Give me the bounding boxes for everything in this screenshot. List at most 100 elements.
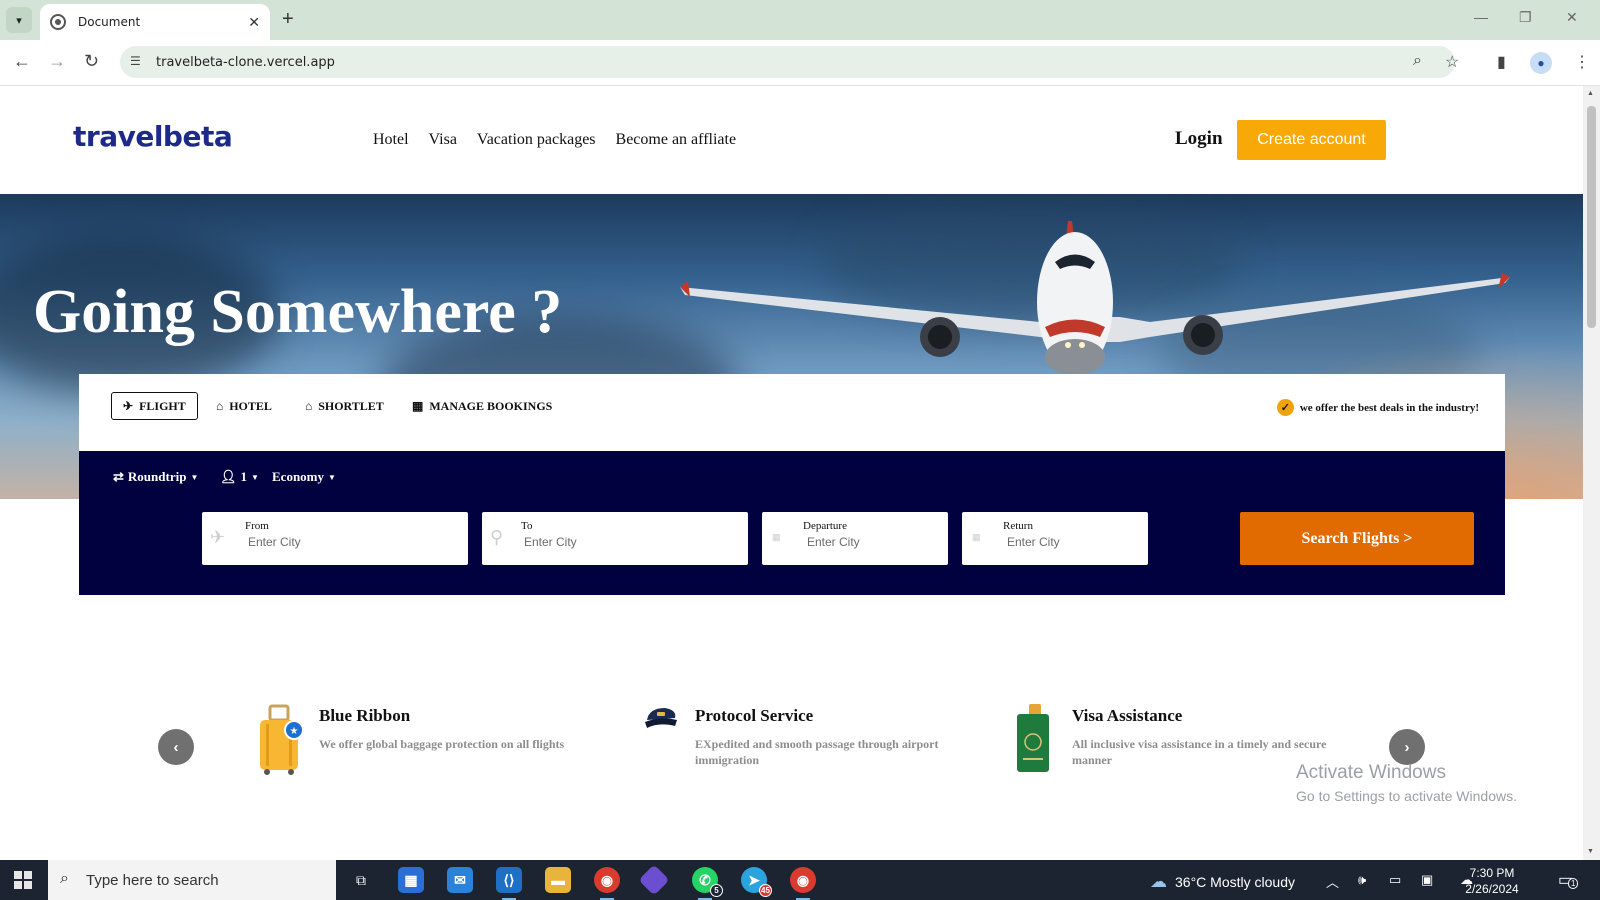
tab-manage-bookings-label: MANAGE BOOKINGS xyxy=(429,398,553,413)
site-logo[interactable]: travelbeta xyxy=(73,120,233,153)
page-scrollbar[interactable]: ▲ ▼ xyxy=(1583,86,1600,860)
telegram-icon[interactable]: ➤ 45 xyxy=(741,867,772,897)
profile-avatar[interactable]: ● xyxy=(1530,52,1552,74)
nav-vacation-packages[interactable]: Vacation packages xyxy=(477,131,596,149)
from-label: From xyxy=(245,520,269,532)
vscode-icon[interactable]: ⟨⟩ xyxy=(496,867,522,900)
system-clock[interactable]: 7:30 PM 2/26/2024 xyxy=(1454,865,1530,897)
tab-flight[interactable]: ✈ FLIGHT xyxy=(111,392,198,420)
airplane-icon: ✈ xyxy=(210,527,226,547)
caret-down-icon: ▼ xyxy=(190,472,199,482)
departure-input[interactable]: Enter City xyxy=(807,535,860,549)
windows-start-icon[interactable] xyxy=(14,871,32,889)
bookmark-star-icon[interactable]: ☆ xyxy=(1445,52,1459,72)
scrollbar-thumb[interactable] xyxy=(1587,106,1596,328)
browser-tab[interactable]: Document ✕ xyxy=(40,4,270,40)
trip-type-dropdown[interactable]: ⇄ Roundtrip ▼ xyxy=(113,469,198,485)
cabin-class-dropdown[interactable]: Economy ▼ xyxy=(272,469,336,485)
battery-icon[interactable]: ▭ xyxy=(1389,872,1401,888)
weather-text: 36°C Mostly cloudy xyxy=(1175,874,1295,890)
whatsapp-icon[interactable]: ✆ 5 xyxy=(692,867,723,900)
airplane-icon: ✈ xyxy=(123,398,134,413)
notifications-icon[interactable]: ▭ 1 xyxy=(1558,870,1579,890)
swap-plane-icon: ⇄ xyxy=(113,469,124,484)
nav-become-affiliate[interactable]: Become an affliate xyxy=(616,131,737,149)
chrome-icon[interactable]: ◉ xyxy=(594,867,620,900)
url-text: travelbeta-clone.vercel.app xyxy=(156,54,335,70)
return-input[interactable]: Enter City xyxy=(1007,535,1060,549)
carousel-next-button[interactable]: › xyxy=(1389,729,1425,765)
site-header: travelbeta Hotel Visa Vacation packages … xyxy=(0,86,1583,194)
search-flights-button[interactable]: Search Flights > xyxy=(1240,512,1474,565)
tab-flight-label: FLIGHT xyxy=(139,398,186,413)
scroll-up-icon[interactable]: ▲ xyxy=(1587,90,1594,97)
web-page: travelbeta Hotel Visa Vacation packages … xyxy=(0,86,1583,860)
task-view-icon[interactable]: ⧉ xyxy=(348,867,374,893)
nav-visa[interactable]: Visa xyxy=(429,131,457,149)
site-info-icon[interactable]: ☰ xyxy=(130,54,141,68)
tab-hotel-label: HOTEL xyxy=(229,398,272,413)
tab-shortlet[interactable]: ⌂ SHORTLET xyxy=(294,392,395,420)
watermark-subtitle: Go to Settings to activate Windows. xyxy=(1296,788,1517,804)
pilot-cap-icon xyxy=(645,708,677,728)
map-pin-icon: ⚲ xyxy=(490,527,504,547)
feature-text: We offer global baggage protection on al… xyxy=(319,737,565,751)
forward-icon[interactable]: → xyxy=(48,51,66,72)
passport-icon xyxy=(1017,704,1049,772)
meet-now-icon[interactable]: ▣ xyxy=(1421,872,1433,888)
restore-icon[interactable]: ❐ xyxy=(1519,9,1532,26)
close-window-icon[interactable]: ✕ xyxy=(1566,9,1578,26)
return-label: Return xyxy=(1003,520,1033,532)
new-tab-icon[interactable]: + xyxy=(282,8,294,31)
store-icon[interactable]: ▦ xyxy=(398,867,424,893)
departure-field[interactable]: ▦ Departure Enter City xyxy=(762,512,948,565)
booking-tabs-card: ✈ FLIGHT ⌂ HOTEL ⌂ SHORTLET ▦ MANAGE BOO… xyxy=(79,374,1505,451)
taskbar-search-box[interactable]: ⌕ Type here to search xyxy=(48,860,336,900)
from-input[interactable]: Enter City xyxy=(248,535,301,549)
hero-title: Going Somewhere ? xyxy=(33,278,563,346)
return-field[interactable]: ▦ Return Enter City xyxy=(962,512,1148,565)
luggage-icon: ★ xyxy=(260,704,304,775)
main-nav: Hotel Visa Vacation packages Become an a… xyxy=(373,131,736,149)
chrome-profile-icon[interactable]: ◉ xyxy=(790,867,816,900)
minimize-icon[interactable]: — xyxy=(1474,9,1488,25)
feature-title: Visa Assistance xyxy=(1072,706,1183,725)
home-icon: ⌂ xyxy=(216,398,224,413)
menu-kebab-icon[interactable]: ⋮ xyxy=(1574,52,1590,72)
feature-text: All inclusive visa assistance in a timel… xyxy=(1072,737,1327,767)
back-icon[interactable]: ← xyxy=(13,51,31,72)
git-icon[interactable] xyxy=(638,864,670,896)
caret-down-icon: ▼ xyxy=(251,472,259,482)
create-account-button[interactable]: Create account xyxy=(1237,120,1386,160)
taskbar-search-placeholder: Type here to search xyxy=(86,871,219,889)
speaker-icon[interactable]: 🕪︎ xyxy=(1358,872,1366,888)
to-field[interactable]: ⚲ To Enter City xyxy=(482,512,748,565)
file-explorer-icon[interactable]: ▬ xyxy=(545,867,571,893)
login-link[interactable]: Login xyxy=(1175,128,1223,150)
cabin-class-value: Economy xyxy=(272,469,324,484)
browser-tab-strip: ▾ Document ✕ + — ❐ ✕ xyxy=(0,0,1600,40)
tab-hotel[interactable]: ⌂ HOTEL xyxy=(205,392,283,420)
passengers-dropdown[interactable]: 👤︎ 1 ▼ xyxy=(220,469,259,485)
tab-manage-bookings[interactable]: ▦ MANAGE BOOKINGS xyxy=(401,392,563,420)
tab-search-button[interactable]: ▾ xyxy=(6,7,32,33)
passengers-value: 1 xyxy=(240,469,248,484)
cloudy-weather-icon: ☁ xyxy=(1150,872,1167,891)
home-icon: ⌂ xyxy=(305,398,313,413)
activate-windows-watermark: Activate Windows Go to Settings to activ… xyxy=(1296,762,1517,804)
to-input[interactable]: Enter City xyxy=(524,535,577,549)
carousel-prev-button[interactable]: ‹ xyxy=(158,729,194,765)
nav-hotel[interactable]: Hotel xyxy=(373,131,409,149)
zoom-icon[interactable]: ⌕ xyxy=(1413,52,1422,70)
close-tab-icon[interactable]: ✕ xyxy=(248,14,260,31)
side-panel-icon[interactable]: ▮ xyxy=(1497,52,1506,72)
scroll-down-icon[interactable]: ▼ xyxy=(1587,848,1594,855)
chevron-up-icon[interactable]: ︿ xyxy=(1326,872,1339,891)
mail-icon[interactable]: ✉ xyxy=(447,867,473,893)
from-field[interactable]: ✈ From Enter City xyxy=(202,512,468,565)
globe-icon xyxy=(50,14,66,30)
tab-title: Document xyxy=(78,15,141,29)
weather-widget[interactable]: ☁ 36°C Mostly cloudy xyxy=(1150,872,1295,892)
address-bar[interactable]: ☰ travelbeta-clone.vercel.app ⌕ ☆ xyxy=(120,46,1459,78)
reload-icon[interactable]: ↻ xyxy=(84,51,99,72)
